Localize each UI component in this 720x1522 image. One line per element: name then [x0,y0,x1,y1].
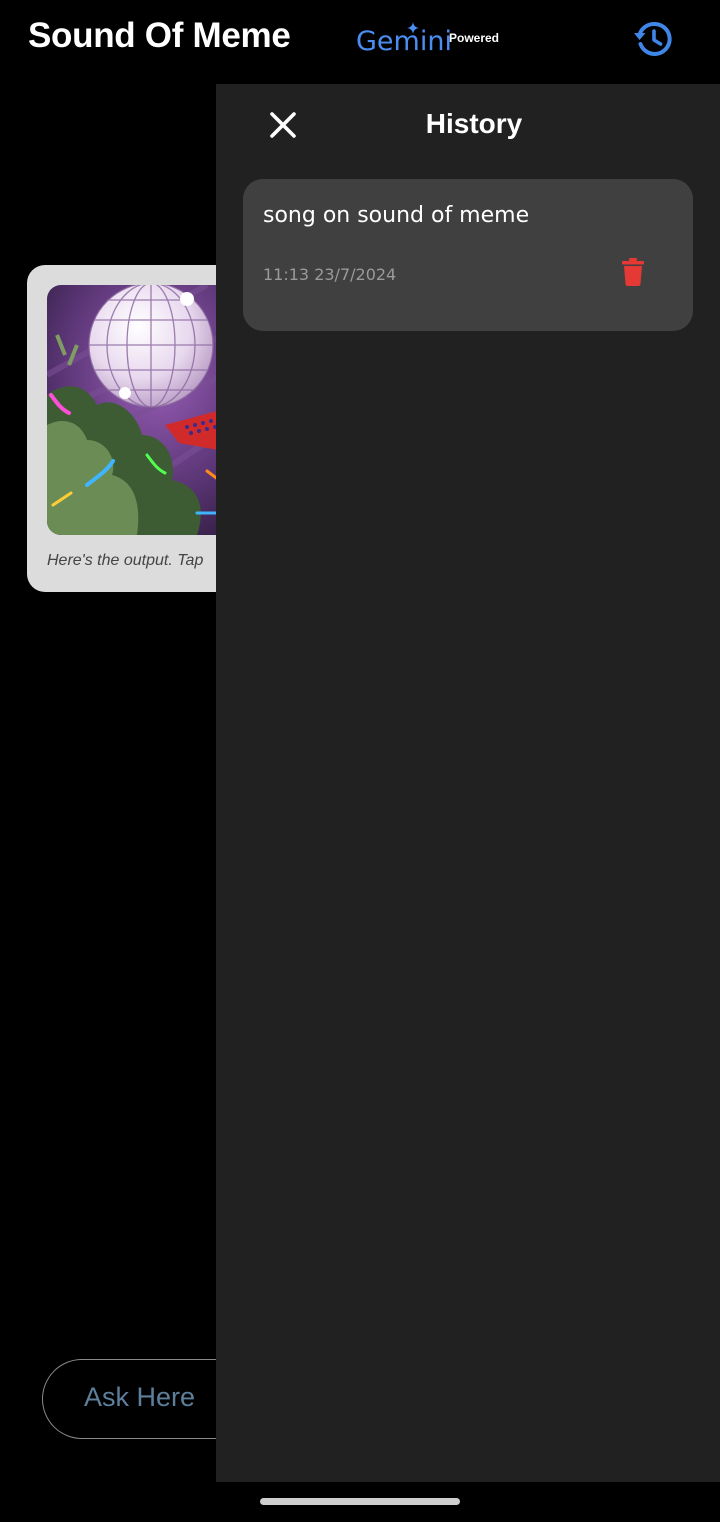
sparkle-icon [407,22,419,34]
gesture-navigation-bar[interactable] [260,1498,460,1505]
powered-label: Powered [449,31,500,45]
history-icon[interactable] [633,19,673,59]
history-item[interactable]: song on sound of meme 11:13 23/7/2024 [243,179,693,331]
history-item-timestamp: 11:13 23/7/2024 [263,265,397,284]
app-title: Sound Of Meme [28,16,291,55]
gemini-powered-badge: Gemini Powered [356,22,516,62]
output-card[interactable]: Here's the output. Tap [27,265,247,592]
trash-icon[interactable] [621,258,645,286]
drawer-title: History [425,108,523,139]
screen: Sound Of Meme Gemini Powered Here's the … [0,0,720,1522]
ask-placeholder: Ask Here [84,1382,196,1412]
gemini-logo: Gemini [356,26,452,57]
history-drawer: History song on sound of meme 11:13 23/7… [216,84,720,1482]
history-item-title: song on sound of meme [263,203,530,228]
app-bar: Sound Of Meme Gemini Powered [0,0,720,84]
